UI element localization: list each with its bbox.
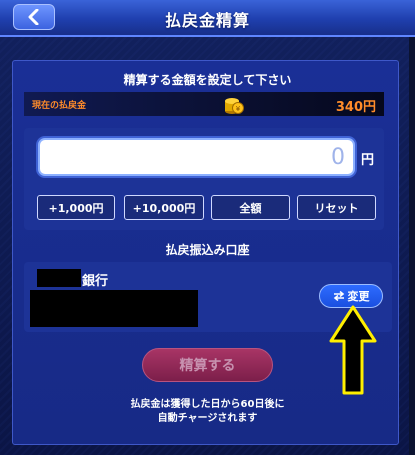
change-button-label: 変更 — [347, 290, 370, 303]
swap-arrows-icon — [333, 291, 344, 301]
page-title: 払戻金精算 — [164, 11, 250, 30]
auto-charge-note-line2: 自動チャージされます — [157, 413, 258, 424]
add-10000-button[interactable]: +10,000円 — [124, 195, 204, 220]
redacted-account-info — [30, 290, 198, 327]
add-1000-button[interactable]: +1,000円 — [37, 195, 115, 220]
yen-unit-label: 円 — [361, 153, 375, 168]
bank-section-title: 払戻振込み口座 — [165, 243, 250, 257]
amount-section-title: 精算する金額を設定して下さい — [123, 73, 292, 87]
annotation-arrow-icon — [329, 305, 377, 395]
amount-input[interactable] — [38, 138, 355, 176]
current-refund-value: 340円 — [335, 100, 376, 115]
settle-button[interactable]: 精算する — [142, 348, 273, 382]
header-bar: 払戻金精算 — [0, 0, 415, 37]
redacted-bank-name — [37, 269, 81, 287]
current-refund-row: 現在の払戻金 ¥ 340円 — [24, 92, 384, 116]
reset-button[interactable]: リセット — [297, 195, 376, 220]
auto-charge-note-line1: 払戻金は獲得した日から60日後に — [130, 399, 285, 410]
current-refund-label: 現在の払戻金 — [32, 101, 87, 111]
bank-name-suffix: 銀行 — [82, 274, 109, 289]
svg-text:¥: ¥ — [236, 105, 241, 113]
full-amount-button[interactable]: 全額 — [211, 195, 290, 220]
coin-stack-icon: ¥ — [225, 98, 244, 114]
